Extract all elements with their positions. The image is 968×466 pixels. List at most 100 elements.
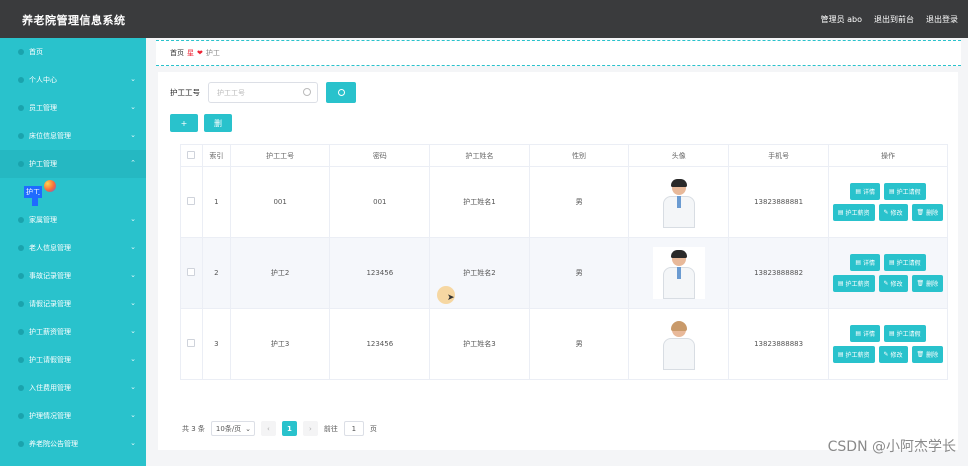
doc-icon: ▤: [837, 209, 844, 216]
pager-total: 共 3 条: [182, 424, 205, 433]
breadcrumb-home[interactable]: 首页: [170, 48, 184, 58]
pencil-icon: ✎: [883, 209, 889, 216]
nurse-leave-button[interactable]: ▤ 护工请假: [884, 183, 926, 200]
sidebar-item-fees[interactable]: 入住费用管理 ⌄: [0, 374, 146, 402]
row-delete-button[interactable]: 🗑 删除: [911, 346, 944, 363]
detail-button[interactable]: ▤ 详情: [850, 254, 880, 271]
nurse-table: 索引 护工工号 密码 护工姓名 性别 头像 手机号 操作 1 001 001 护…: [180, 144, 948, 380]
goto-page-input[interactable]: 1: [343, 421, 364, 436]
sidebar-item-accidents[interactable]: 事故记录管理 ⌄: [0, 262, 146, 290]
page-size-select[interactable]: 10条/页 ⌄: [210, 421, 255, 436]
prev-page-button[interactable]: ‹: [260, 421, 276, 436]
nurse-leave-button[interactable]: ▤ 护工请假: [884, 254, 926, 271]
accident-icon: [18, 273, 24, 279]
chevron-down-icon: ⌄: [130, 383, 136, 391]
doc-icon: ▤: [889, 330, 895, 337]
chevron-up-icon: ⌃: [130, 159, 136, 167]
sidebar-item-leave-records[interactable]: 请假记录管理 ⌄: [0, 290, 146, 318]
sidebar-item-home[interactable]: 首页: [0, 38, 146, 66]
next-page-button[interactable]: ›: [302, 421, 318, 436]
chevron-down-icon: ⌄: [130, 131, 136, 139]
breadcrumb-current: 护工: [205, 49, 220, 57]
row-delete-button[interactable]: 🗑 删除: [911, 275, 944, 292]
main-content: 首页 星 ❤ 护工 护工工号 护工工号 + 删 索引 护工工号 密码 护工姓名 …: [146, 38, 968, 466]
col-avatar: 头像: [628, 144, 730, 167]
col-gender: 性别: [528, 144, 630, 167]
sidebar-item-care[interactable]: 护理情况管理 ⌄: [0, 402, 146, 430]
search-input[interactable]: 护工工号: [208, 82, 318, 103]
delete-button[interactable]: 删: [204, 114, 232, 132]
col-ops: 操作: [828, 144, 948, 167]
edit-button[interactable]: ✎ 修改: [878, 346, 908, 363]
table-header-row: 索引 护工工号 密码 护工姓名 性别 头像 手机号 操作: [180, 144, 948, 167]
nurse-salary-button[interactable]: ▤ 护工薪资: [832, 346, 875, 363]
sidebar-item-salary[interactable]: 护工薪资管理 ⌄: [0, 318, 146, 346]
search-button[interactable]: [326, 82, 356, 103]
col-password: 密码: [329, 144, 431, 167]
row-checkbox[interactable]: [187, 197, 196, 205]
table-row: 2 护工2 123456 护工姓名2 男 13823888882 ▤ 详情 ▤ 护工…: [180, 237, 948, 309]
sidebar-item-notices[interactable]: 养老院公告管理 ⌄: [0, 430, 146, 458]
staff-icon: [18, 105, 24, 111]
doc-icon: ▤: [837, 280, 844, 287]
back-to-front-link[interactable]: 退出到前台: [874, 14, 914, 25]
user-icon: [18, 77, 24, 83]
sidebar-item-profile[interactable]: 个人中心 ⌄: [0, 66, 146, 94]
chevron-down-icon: ⌄: [130, 355, 136, 363]
goto-label: 前往: [323, 424, 338, 433]
detail-button[interactable]: ▤ 详情: [850, 183, 880, 200]
watermark: CSDN @小阿杰学长: [827, 439, 956, 455]
sidebar-item-nurse-leave[interactable]: 护工请假管理 ⌄: [0, 346, 146, 374]
sidebar-item-staff[interactable]: 员工管理 ⌄: [0, 94, 146, 122]
mouse-cursor-icon: ➤: [447, 293, 455, 303]
leave-icon: [18, 301, 24, 307]
edit-button[interactable]: ✎ 修改: [878, 275, 908, 292]
breadcrumb-sep: 星: [187, 49, 194, 57]
doc-icon: ▤: [889, 188, 895, 195]
breadcrumb: 首页 星 ❤ 护工: [156, 40, 961, 66]
chevron-down-icon: ⌄: [130, 243, 136, 251]
app-title: 养老院管理信息系统: [22, 14, 126, 27]
add-button[interactable]: +: [170, 114, 198, 132]
nurse-leave-button[interactable]: ▤ 护工请假: [884, 325, 926, 342]
doc-icon: ▤: [855, 330, 861, 337]
selection-marker: [32, 194, 38, 206]
col-name: 护工姓名: [429, 144, 530, 167]
sidebar-item-nurses[interactable]: 护工管理 ⌃: [0, 150, 146, 178]
sidebar-item-elders[interactable]: 老人信息管理 ⌄: [0, 234, 146, 262]
search-icon: [337, 89, 345, 96]
elder-icon: [18, 245, 24, 251]
home-icon: [18, 49, 24, 55]
chevron-down-icon: ⌄: [245, 424, 252, 433]
family-icon: [18, 217, 24, 223]
doc-icon: ▤: [855, 259, 861, 266]
nurse-salary-button[interactable]: ▤ 护工薪资: [832, 204, 875, 221]
sidebar-item-beds[interactable]: 床位信息管理 ⌄: [0, 122, 146, 150]
doc-icon: ▤: [889, 259, 895, 266]
col-index: 索引: [201, 144, 231, 167]
edit-button[interactable]: ✎ 修改: [878, 204, 908, 221]
search-label: 护工工号: [170, 88, 200, 97]
select-all-checkbox[interactable]: [187, 150, 196, 159]
chevron-down-icon: ⌄: [130, 271, 136, 279]
sidebar-item-family[interactable]: 家属管理 ⌄: [0, 206, 146, 234]
detail-button[interactable]: ▤ 详情: [850, 325, 880, 342]
nurse-salary-button[interactable]: ▤ 护工薪资: [832, 275, 875, 292]
sidebar-subitem-nurse[interactable]: 护工: [0, 178, 146, 206]
chevron-down-icon: ⌄: [130, 411, 136, 419]
care-icon: [18, 413, 24, 419]
logout-link[interactable]: 退出登录: [926, 14, 958, 25]
notice-icon: [18, 441, 24, 447]
doc-icon: ▤: [855, 188, 861, 195]
col-phone: 手机号: [728, 144, 829, 167]
pencil-icon: ✎: [883, 351, 889, 358]
row-checkbox[interactable]: [187, 268, 196, 276]
trash-icon: 🗑: [916, 280, 925, 287]
row-delete-button[interactable]: 🗑 删除: [911, 204, 944, 221]
chevron-down-icon: ⌄: [130, 439, 136, 447]
trash-icon: 🗑: [916, 351, 925, 358]
nurse-icon: [18, 161, 24, 167]
row-checkbox[interactable]: [187, 339, 196, 347]
page-number-button[interactable]: 1: [281, 421, 297, 436]
table-row: 1 001 001 护工姓名1 男 13823888881 ▤ 详情 ▤ 护工请假 …: [180, 166, 948, 238]
